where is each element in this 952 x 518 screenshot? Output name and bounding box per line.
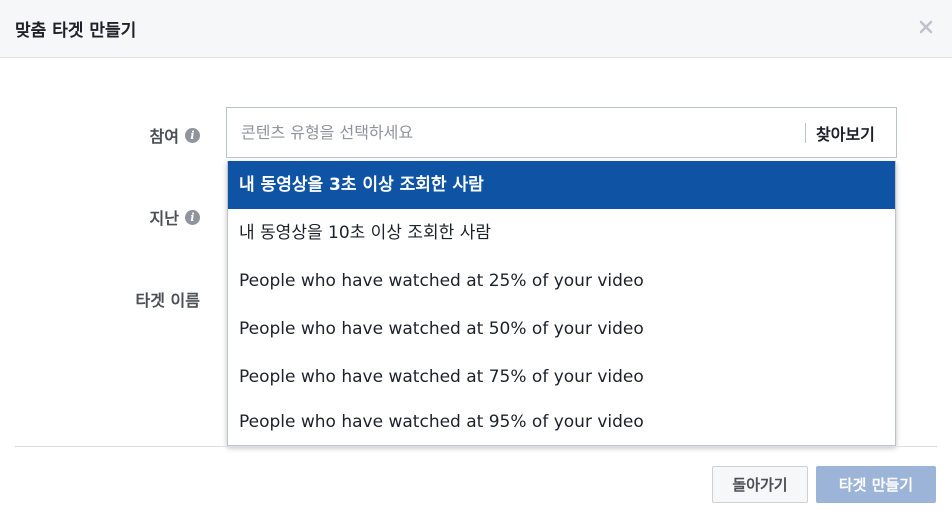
past-label: 지난 — [149, 209, 179, 228]
content-type-dropdown: 내 동영상을 3초 이상 조회한 사람 내 동영상을 10초 이상 조회한 사람… — [227, 161, 896, 446]
footer-divider — [15, 446, 937, 447]
past-label-row: 지난 i — [150, 205, 200, 229]
dialog-header: 맞춤 타겟 만들기 — [0, 0, 952, 58]
info-icon[interactable]: i — [185, 127, 200, 143]
engagement-label-row: 참여 i — [150, 123, 200, 147]
audience-name-label-row: 타겟 이름 — [136, 287, 200, 311]
dropdown-option[interactable]: People who have watched at 75% of your v… — [228, 353, 895, 401]
info-icon[interactable]: i — [185, 209, 200, 225]
create-audience-button[interactable]: 타겟 만들기 — [816, 466, 936, 503]
engagement-label: 참여 — [149, 127, 179, 146]
close-icon[interactable] — [916, 17, 936, 37]
content-type-search: 찾아보기 — [226, 107, 897, 158]
dialog-title: 맞춤 타겟 만들기 — [15, 21, 137, 41]
dropdown-option[interactable]: People who have watched at 95% of your v… — [228, 398, 895, 446]
browse-button[interactable]: 찾아보기 — [816, 121, 875, 145]
dropdown-option[interactable]: People who have watched at 25% of your v… — [228, 257, 895, 305]
back-button[interactable]: 돌아가기 — [712, 466, 808, 503]
search-divider — [805, 123, 806, 143]
content-type-search-input[interactable] — [227, 108, 787, 157]
dropdown-option[interactable]: 내 동영상을 10초 이상 조회한 사람 — [228, 209, 895, 257]
audience-name-label: 타겟 이름 — [135, 291, 200, 310]
dropdown-option[interactable]: People who have watched at 50% of your v… — [228, 305, 895, 353]
dropdown-option[interactable]: 내 동영상을 3초 이상 조회한 사람 — [228, 161, 895, 209]
